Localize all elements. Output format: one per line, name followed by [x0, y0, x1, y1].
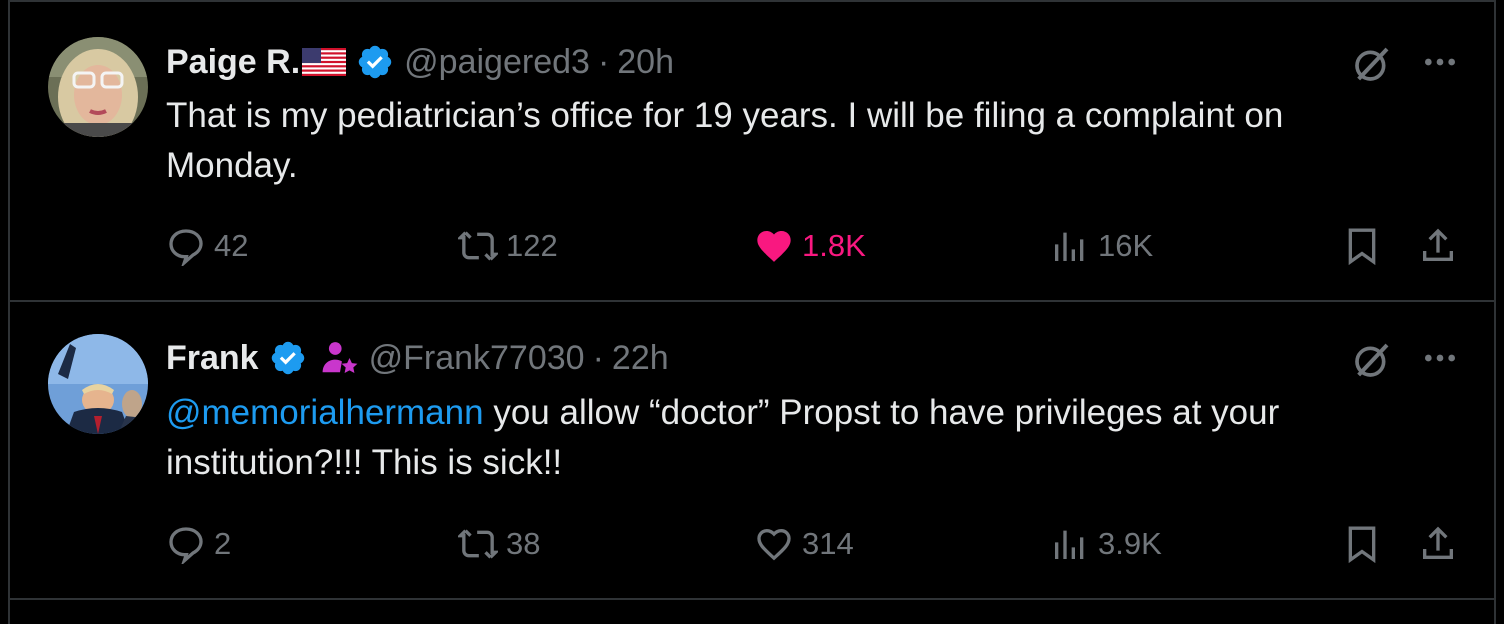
views-count: 16K	[1098, 228, 1154, 263]
like-icon	[757, 528, 791, 561]
tweet-text: That is my pediatrician’s office for 19 …	[166, 91, 1416, 191]
repost-button[interactable]: 38	[458, 524, 540, 564]
action-bar: 2 38 314 3.9K	[0, 514, 1504, 574]
reply-count: 42	[214, 228, 249, 263]
views-icon	[1055, 530, 1084, 559]
bookmark-icon[interactable]	[1342, 524, 1382, 564]
tweet[interactable]: Paige R. @paigered3 · 20h That is my ped…	[0, 0, 1504, 300]
display-name[interactable]: Frank	[166, 339, 259, 378]
tweet-header: Frank @Frank77030 · 22h	[166, 336, 669, 380]
reply-icon	[169, 229, 203, 266]
handle[interactable]: @paigered3	[404, 43, 590, 82]
views-count: 3.9K	[1098, 526, 1162, 561]
verified-badge-icon[interactable]	[356, 43, 394, 81]
tweet-body-text: That is my pediatrician’s office for 19 …	[166, 96, 1284, 185]
more-icon[interactable]	[1420, 42, 1460, 82]
tweet-divider	[8, 598, 1496, 600]
like-button[interactable]: 314	[754, 524, 854, 564]
display-name[interactable]: Paige R.	[166, 43, 300, 82]
bookmark-icon[interactable]	[1342, 226, 1382, 266]
more-icon[interactable]	[1420, 338, 1460, 378]
us-flag-icon	[302, 48, 347, 76]
like-count: 314	[802, 526, 854, 561]
repost-icon	[458, 529, 498, 559]
views-icon	[1055, 232, 1084, 261]
views-button[interactable]: 16K	[1050, 226, 1153, 266]
tweet-text: @memorialhermann you allow “doctor” Prop…	[166, 388, 1416, 488]
tweet-header: Paige R. @paigered3 · 20h	[166, 40, 674, 84]
verified-badge-icon[interactable]	[269, 339, 307, 377]
handle[interactable]: @Frank77030	[369, 339, 585, 378]
tweet[interactable]: Frank @Frank77030 · 22h @memorialhermann…	[0, 302, 1504, 598]
reply-button[interactable]: 2	[166, 524, 231, 564]
views-button[interactable]: 3.9K	[1050, 524, 1162, 564]
reply-button[interactable]: 42	[166, 226, 248, 266]
separator-dot: ·	[597, 42, 610, 81]
share-icon[interactable]	[1418, 226, 1458, 266]
repost-count: 38	[506, 526, 541, 561]
separator-dot: ·	[592, 338, 604, 377]
repost-button[interactable]: 122	[458, 226, 558, 266]
share-icon[interactable]	[1418, 524, 1458, 564]
timestamp[interactable]: 20h	[617, 43, 674, 82]
like-button[interactable]: 1.8K	[754, 226, 866, 266]
reply-count: 2	[214, 526, 232, 561]
like-count: 1.8K	[802, 228, 866, 263]
grok-icon[interactable]	[1352, 44, 1392, 84]
mention-link[interactable]: @memorialhermann	[166, 393, 484, 432]
avatar[interactable]	[48, 37, 148, 137]
reply-icon	[169, 527, 203, 564]
avatar[interactable]	[48, 334, 148, 434]
repost-count: 122	[506, 228, 558, 263]
grok-icon[interactable]	[1352, 340, 1392, 380]
timestamp[interactable]: 22h	[612, 339, 669, 378]
subscriber-badge-icon[interactable]	[321, 339, 359, 377]
repost-icon	[458, 231, 498, 261]
action-bar: 42 122 1.8K 16K	[0, 216, 1504, 276]
like-icon	[757, 231, 791, 262]
